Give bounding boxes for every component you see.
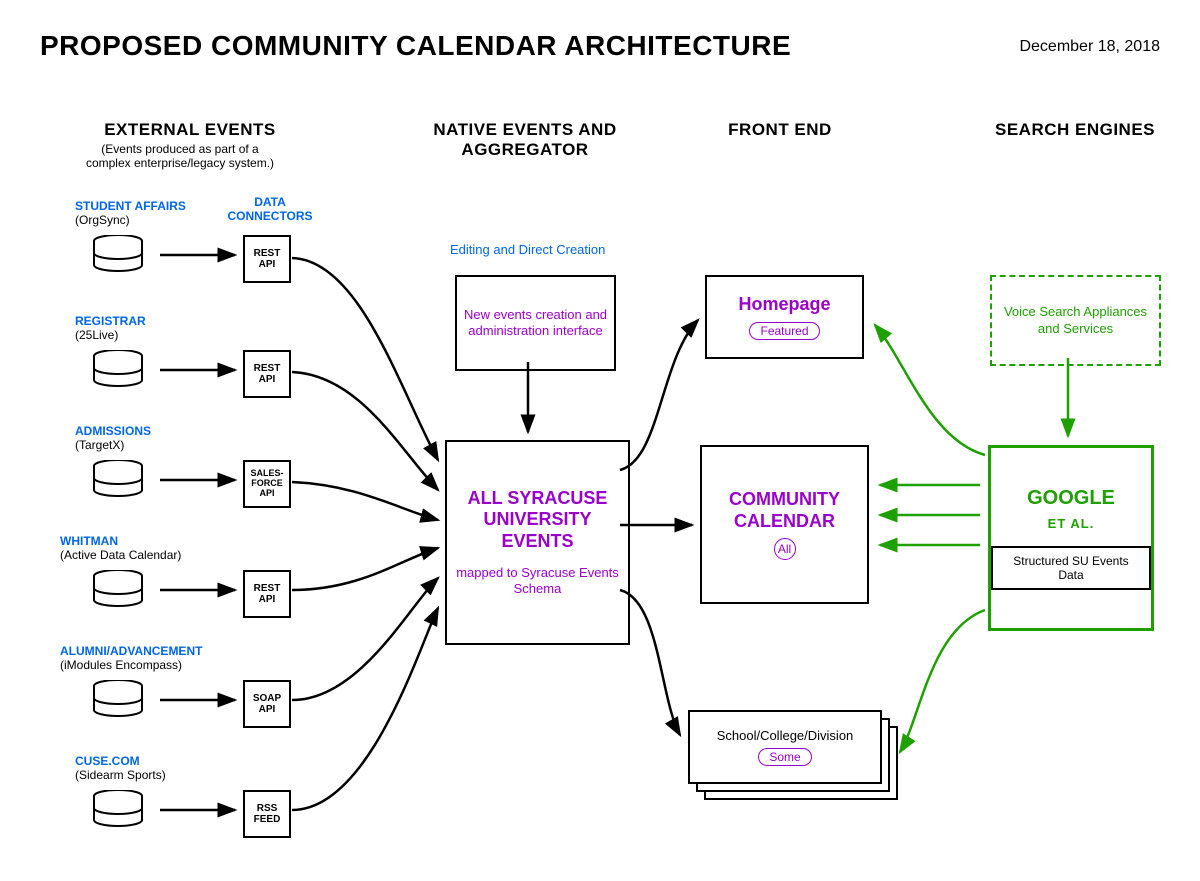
col-header-external: EXTERNAL EVENTS [90, 120, 290, 140]
database-icon [90, 570, 146, 610]
homepage-box: Homepage Featured [705, 275, 864, 359]
source-label-0: STUDENT AFFAIRS(OrgSync) [75, 200, 186, 228]
divisions-title: School/College/Division [717, 728, 854, 744]
data-connectors-label: DATA CONNECTORS [225, 195, 315, 223]
database-icon [90, 350, 146, 390]
connector-box-4: SOAP API [243, 680, 291, 728]
google-box: GOOGLE ET AL. Structured SU Events Data [988, 445, 1154, 631]
editing-annotation: Editing and Direct Creation [450, 242, 605, 257]
source-label-4: ALUMNI/ADVANCEMENT(iModules Encompass) [60, 645, 202, 673]
aggregator-box: ALL SYRACUSE UNIVERSITY EVENTS mapped to… [445, 440, 630, 645]
connector-box-1: REST API [243, 350, 291, 398]
col-header-frontend: FRONT END [700, 120, 860, 140]
homepage-title: Homepage [738, 294, 830, 316]
database-icon [90, 460, 146, 500]
col-header-search: SEARCH ENGINES [985, 120, 1165, 140]
col-header-native: NATIVE EVENTS AND AGGREGATOR [420, 120, 630, 160]
connector-box-5: RSS FEED [243, 790, 291, 838]
google-title: GOOGLE [1027, 486, 1115, 510]
database-icon [90, 235, 146, 275]
google-subtitle: ET AL. [1048, 516, 1095, 532]
source-label-5: CUSE.COM(Sidearm Sports) [75, 755, 166, 783]
community-calendar-box: COMMUNITY CALENDAR All [700, 445, 869, 604]
voice-search-box: Voice Search Appliances and Services [990, 275, 1161, 366]
connector-box-3: REST API [243, 570, 291, 618]
community-badge: All [774, 538, 796, 560]
source-label-2: ADMISSIONS(TargetX) [75, 425, 151, 453]
col-sub-external: (Events produced as part of a complex en… [80, 142, 280, 170]
page-date: December 18, 2018 [1019, 38, 1160, 56]
source-label-1: REGISTRAR(25Live) [75, 315, 146, 343]
community-title: COMMUNITY CALENDAR [702, 489, 867, 532]
page-title: PROPOSED COMMUNITY CALENDAR ARCHITECTURE [40, 30, 791, 62]
connector-box-0: REST API [243, 235, 291, 283]
aggregator-subtitle: mapped to Syracuse Events Schema [455, 565, 620, 598]
aggregator-title: ALL SYRACUSE UNIVERSITY EVENTS [455, 488, 620, 553]
google-structured-data: Structured SU Events Data [991, 546, 1151, 590]
homepage-badge: Featured [749, 322, 819, 340]
source-label-3: WHITMAN(Active Data Calendar) [60, 535, 181, 563]
connector-box-2: SALES-FORCE API [243, 460, 291, 508]
admin-interface-text: New events creation and administration i… [463, 307, 608, 340]
diagram-canvas: PROPOSED COMMUNITY CALENDAR ARCHITECTURE… [0, 0, 1200, 881]
voice-search-text: Voice Search Appliances and Services [998, 304, 1153, 337]
admin-interface-box: New events creation and administration i… [455, 275, 616, 371]
database-icon [90, 680, 146, 720]
divisions-badge: Some [758, 748, 811, 766]
database-icon [90, 790, 146, 830]
